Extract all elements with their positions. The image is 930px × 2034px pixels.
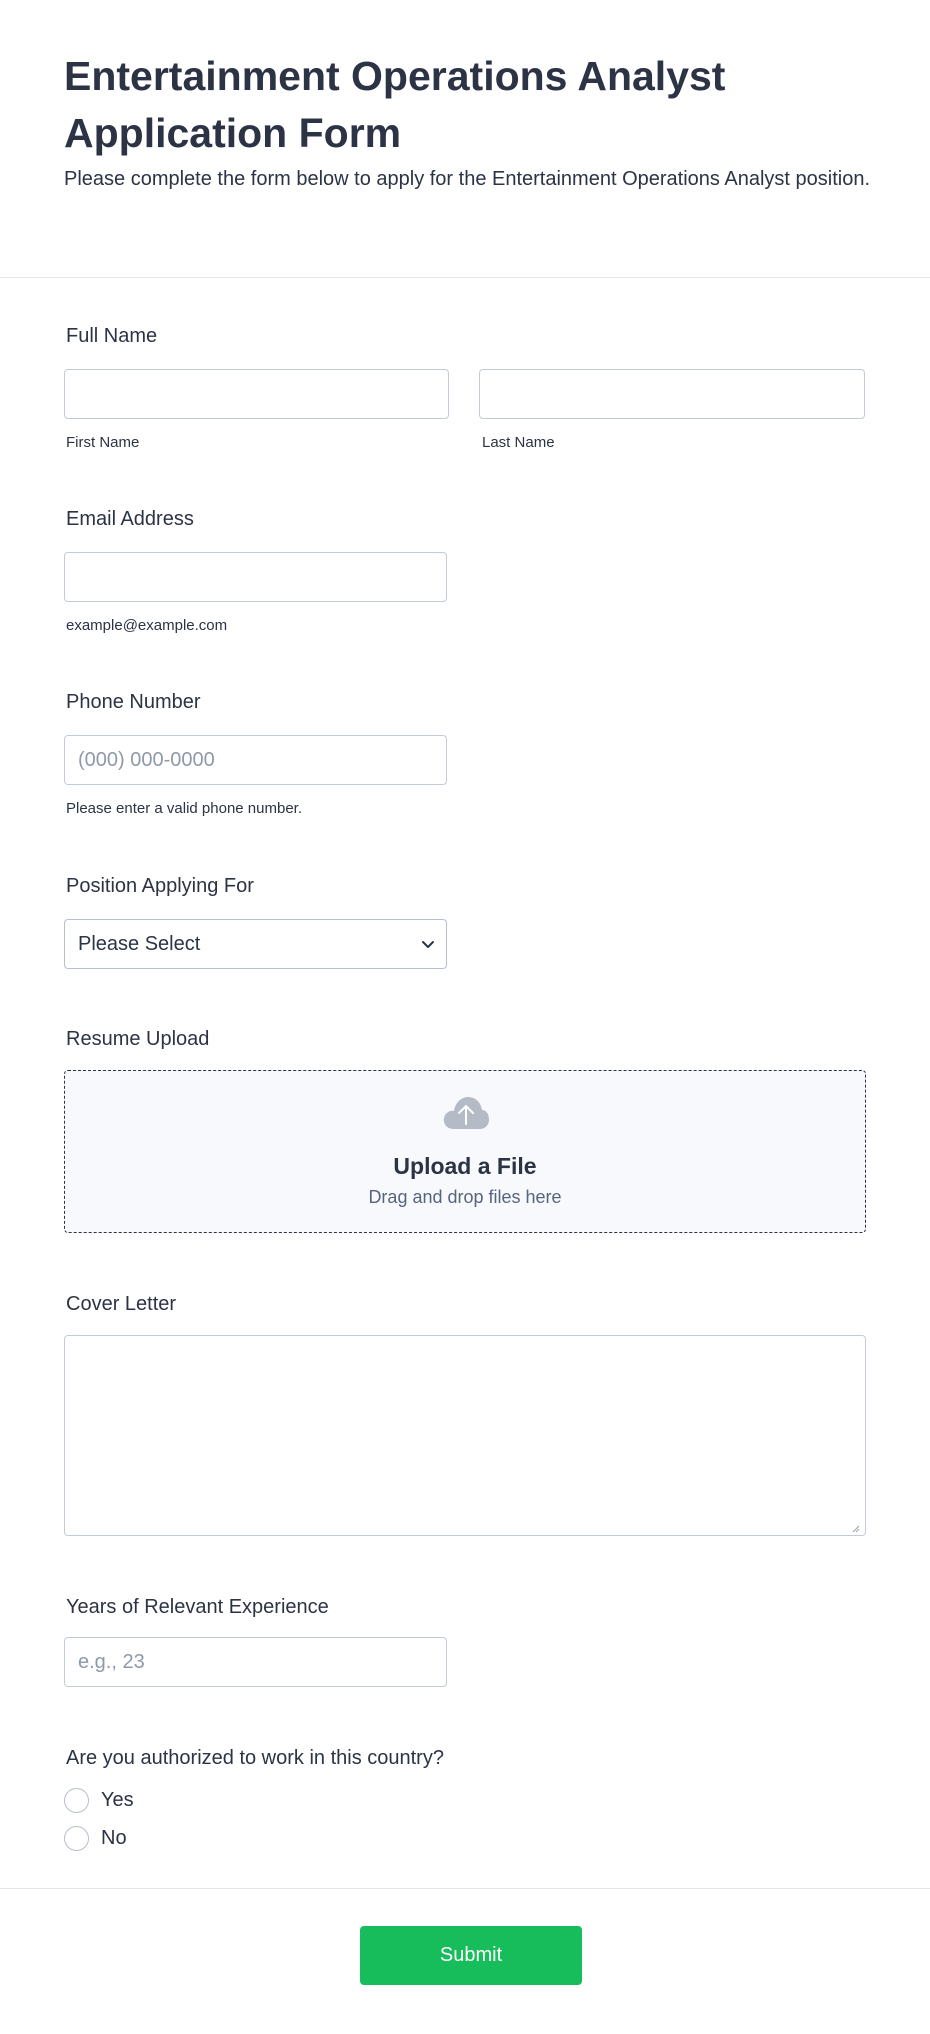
cover-letter-textarea[interactable] — [64, 1335, 866, 1536]
phone-label: Phone Number — [66, 691, 201, 713]
radio-no-label: No — [101, 1827, 127, 1849]
application-form-page: Entertainment Operations Analyst Applica… — [0, 0, 930, 2034]
radio-yes-label: Yes — [101, 1789, 134, 1811]
position-selected-value: Please Select — [78, 932, 201, 955]
resume-label: Resume Upload — [66, 1028, 210, 1050]
form-subtitle: Please complete the form below to apply … — [64, 168, 870, 190]
authorization-option-yes[interactable]: Yes — [64, 1788, 134, 1813]
upload-title: Upload a File — [393, 1153, 537, 1179]
authorization-option-no[interactable]: No — [64, 1826, 127, 1851]
position-label: Position Applying For — [66, 875, 254, 897]
email-label: Email Address — [66, 508, 194, 530]
experience-input[interactable] — [64, 1637, 447, 1687]
last-name-sublabel: Last Name — [482, 434, 555, 451]
chevron-down-icon — [420, 936, 436, 952]
upload-hint: Drag and drop files here — [368, 1187, 562, 1207]
email-sublabel: example@example.com — [66, 617, 228, 634]
cover-letter-label: Cover Letter — [66, 1293, 177, 1315]
phone-input[interactable] — [64, 735, 447, 785]
first-name-sublabel: First Name — [66, 434, 140, 451]
resume-upload-dropzone[interactable]: Upload a File Drag and drop files here — [64, 1070, 866, 1233]
position-select[interactable]: Please Select — [64, 919, 447, 969]
last-name-input[interactable] — [479, 369, 865, 419]
email-input[interactable] — [64, 552, 447, 602]
cloud-upload-icon — [442, 1095, 490, 1131]
radio-yes[interactable] — [64, 1788, 89, 1813]
full-name-label: Full Name — [66, 325, 158, 347]
resize-grip-icon[interactable] — [850, 1520, 860, 1533]
footer-divider — [0, 1888, 930, 1889]
radio-no[interactable] — [64, 1826, 89, 1851]
phone-sublabel: Please enter a valid phone number. — [66, 800, 302, 817]
authorization-label: Are you authorized to work in this count… — [66, 1747, 444, 1769]
submit-button[interactable]: Submit — [360, 1926, 582, 1985]
experience-label: Years of Relevant Experience — [66, 1596, 329, 1618]
form-title: Entertainment Operations Analyst Applica… — [64, 53, 726, 156]
first-name-input[interactable] — [64, 369, 449, 419]
form-header: Entertainment Operations Analyst Applica… — [0, 0, 930, 278]
